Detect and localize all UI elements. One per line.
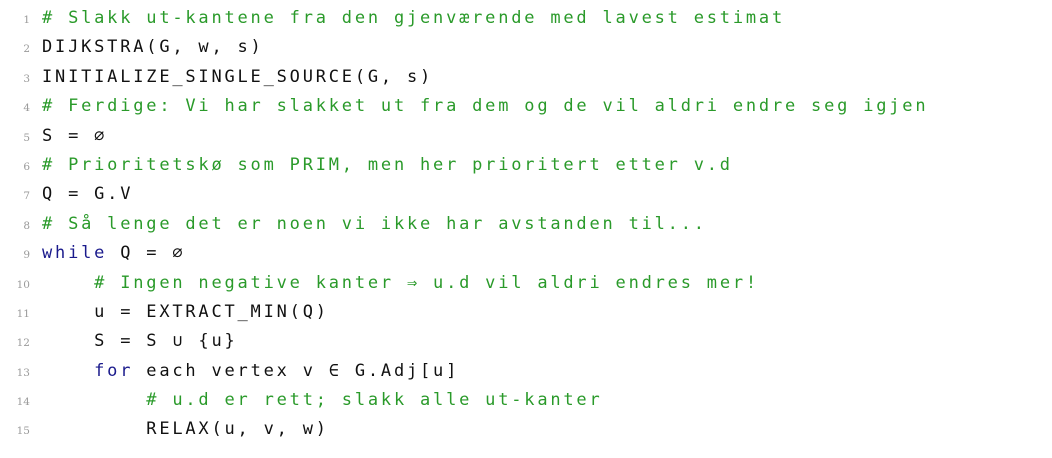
code-text: # Prioritetskø som PRIM, men her priorit…: [42, 151, 733, 180]
code-text: INITIALIZE_SINGLE_SOURCE(G, s): [42, 63, 433, 92]
line-number: 3: [23, 72, 30, 85]
code-text: S = ∅: [42, 122, 107, 151]
line-number: 4: [23, 102, 30, 115]
line-number: 11: [16, 307, 30, 320]
comment: # Ingen negative kanter ⇒ u.d vil aldri …: [94, 272, 759, 293]
line-number: 5: [23, 131, 30, 144]
line-number: 6: [23, 160, 30, 173]
statement: each vertex v ∈ G.Adj[u]: [133, 360, 460, 381]
statement: Q = G.V: [42, 184, 134, 205]
line-number: 12: [16, 337, 30, 350]
keyword: while: [42, 243, 108, 264]
line-number: 14: [16, 396, 30, 409]
code-text: # Ferdige: Vi har slakket ut fra dem og …: [42, 92, 928, 121]
statement: DIJKSTRA(G, w, s): [42, 37, 264, 58]
line-number: 2: [23, 43, 30, 56]
line-number: 13: [16, 366, 30, 379]
line-number: 7: [23, 190, 30, 203]
code-text: # u.d er rett; slakk alle ut-kanter: [42, 386, 603, 415]
statement: u = EXTRACT_MIN(Q): [94, 301, 329, 322]
code-text: DIJKSTRA(G, w, s): [42, 33, 264, 62]
code-text: Q = G.V: [42, 180, 133, 209]
comment: # Prioritetskø som PRIM, men her priorit…: [42, 154, 733, 175]
line-number: 15: [16, 425, 30, 438]
line-number: 8: [23, 219, 30, 232]
code-text: # Slakk ut-kantene fra den gjenværende m…: [42, 4, 785, 33]
code-text: # Ingen negative kanter ⇒ u.d vil aldri …: [42, 269, 759, 298]
statement: Q = ∅: [107, 243, 186, 264]
statement: INITIALIZE_SINGLE_SOURCE(G, s): [42, 66, 434, 87]
statement: S = ∅: [42, 125, 108, 146]
line-number: 10: [16, 278, 30, 291]
comment: # Slakk ut-kantene fra den gjenværende m…: [42, 8, 785, 28]
code-text: RELAX(u, v, w): [42, 415, 329, 444]
code-text: for each vertex v ∈ G.Adj[u]: [42, 357, 459, 386]
code-text: u = EXTRACT_MIN(Q): [42, 298, 329, 327]
comment: # u.d er rett; slakk alle ut-kanter: [146, 390, 603, 411]
comment: # Ferdige: Vi har slakket ut fra dem og …: [42, 96, 929, 117]
line-number: 1: [23, 14, 30, 26]
statement: RELAX(u, v, w): [146, 419, 329, 440]
code-text: while Q = ∅: [42, 239, 185, 268]
statement: S = S ∪ {u}: [94, 331, 238, 352]
line-number: 9: [23, 249, 30, 262]
code-text: S = S ∪ {u}: [42, 327, 238, 356]
keyword: for: [94, 360, 134, 381]
comment: # Så lenge det er noen vi ikke har avsta…: [42, 213, 707, 234]
code-text: # Så lenge det er noen vi ikke har avsta…: [42, 210, 707, 239]
